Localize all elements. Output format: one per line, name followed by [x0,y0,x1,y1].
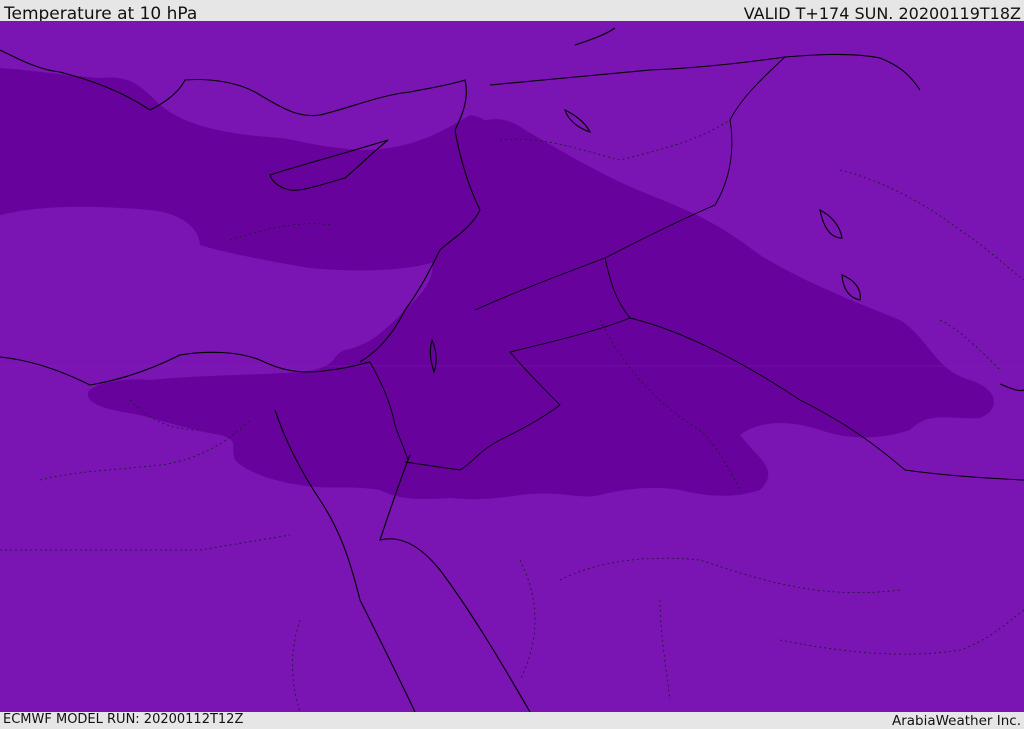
temperature-map [0,21,1024,712]
footer-bar: ECMWF MODEL RUN: 20200112T12Z ArabiaWeat… [0,712,1024,729]
brand-label: ArabiaWeather Inc. [891,713,1021,729]
model-run: ECMWF MODEL RUN: 20200112T12Z [3,712,244,727]
header-bar: Temperature at 10 hPa VALID T+174 SUN. 2… [0,0,1024,24]
